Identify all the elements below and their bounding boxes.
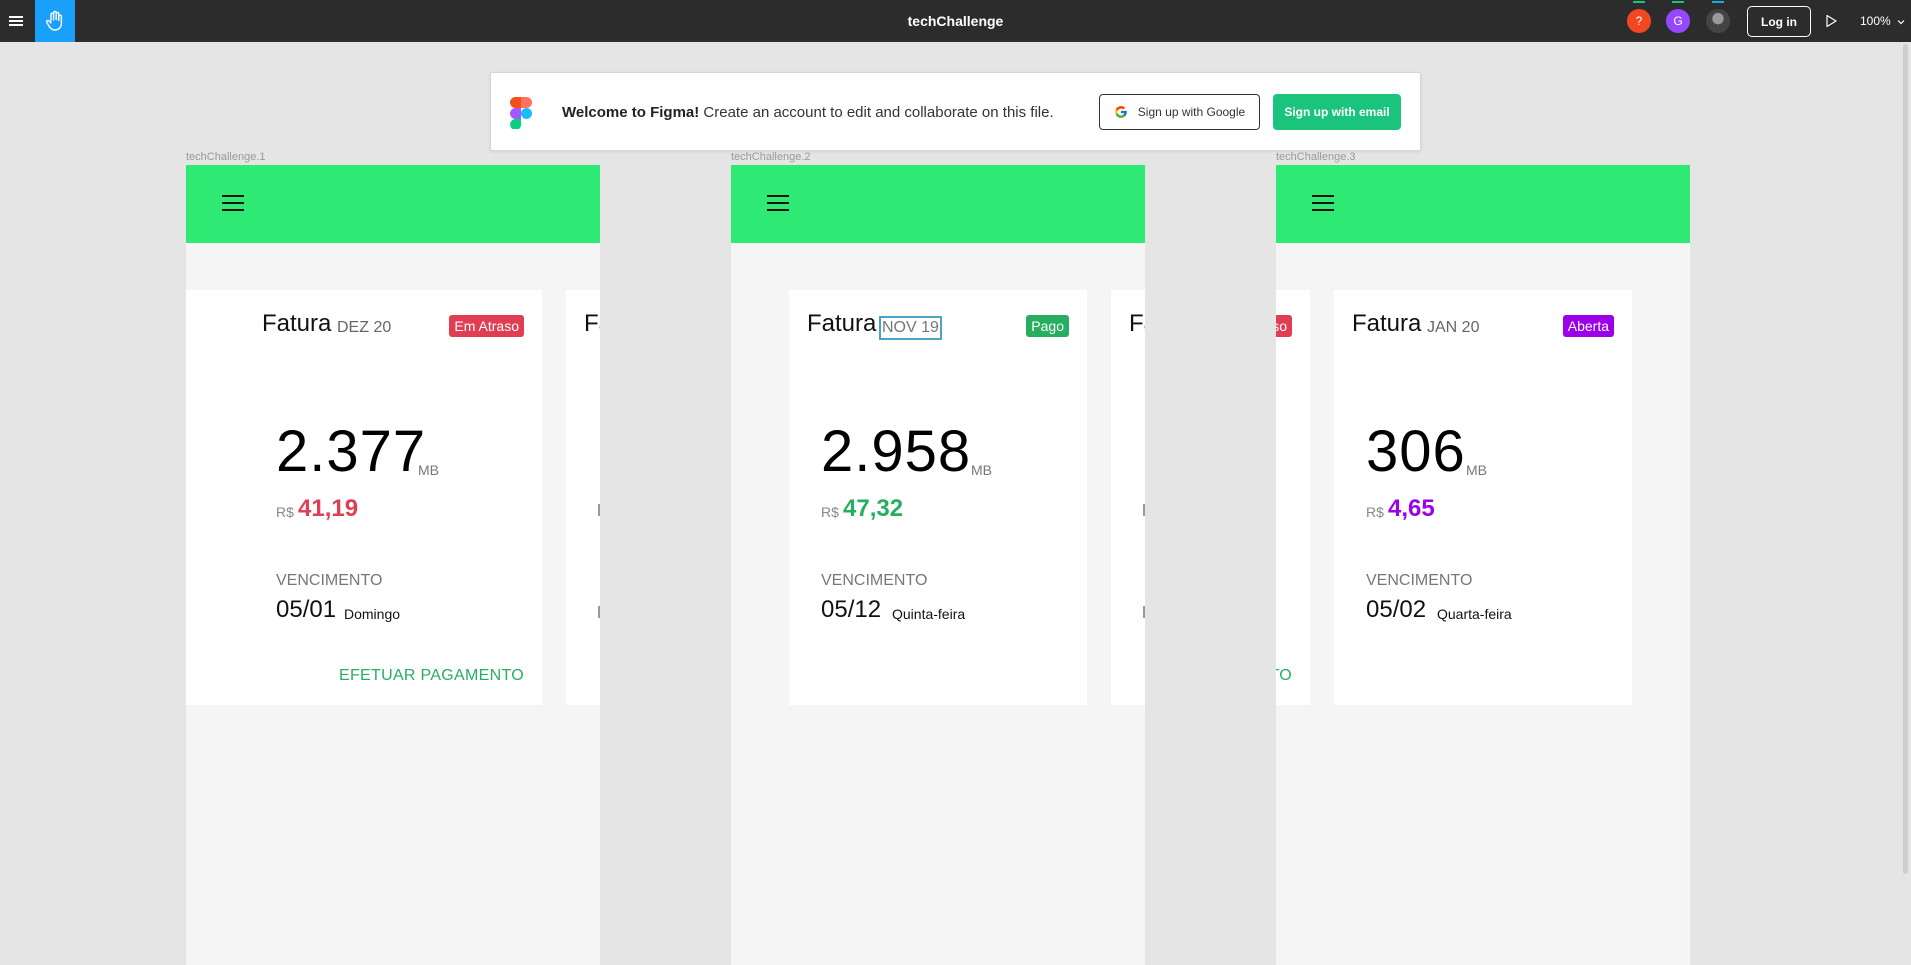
usage-unit: MB — [418, 462, 439, 478]
due-weekday: Quarta-feira — [1437, 606, 1512, 622]
usage-value: 2.377 — [276, 419, 427, 484]
due-label: VENCIMENTO — [276, 572, 383, 589]
frame-techchallenge-1[interactable]: go Fatura DEZ 20 Em Atraso 2.377 MB R$ 4… — [186, 165, 600, 965]
usage-value: 306 — [1366, 419, 1466, 484]
due-date: 05/02 — [1366, 596, 1427, 623]
frame-label[interactable]: techChallenge.1 — [186, 151, 266, 163]
google-icon — [1114, 106, 1127, 118]
frame-label[interactable]: techChallenge.3 — [1276, 151, 1356, 163]
invoice-card-peek[interactable]: Fa — [566, 290, 600, 705]
invoice-card-peek[interactable]: so TO — [1276, 290, 1310, 705]
card-title: Fatura — [807, 310, 877, 337]
status-badge: Pago — [1026, 315, 1069, 337]
due-date: 05/12 — [821, 596, 882, 623]
scrollbar[interactable] — [1903, 44, 1908, 874]
card-title: Fa — [1129, 310, 1145, 337]
due-weekday: Quinta-feira — [892, 606, 966, 622]
menu-icon[interactable] — [767, 195, 789, 211]
pay-button[interactable]: EFETUAR PAGAMENTO — [339, 667, 524, 685]
due-date: 05/01 — [276, 596, 337, 623]
usage-unit: MB — [1466, 462, 1487, 478]
banner-text: Create an account to edit and collaborat… — [699, 104, 1054, 121]
price-value: 47,32 — [843, 495, 904, 522]
hand-tool-icon[interactable] — [35, 0, 75, 42]
usage-unit: MB — [971, 462, 992, 478]
due-label: VENCIMENTO — [821, 572, 928, 589]
price-fragment — [598, 504, 600, 516]
status-badge: Em Atraso — [449, 315, 524, 337]
due-label: VENCIMENTO — [1366, 572, 1473, 589]
avatar[interactable]: ? — [1627, 1, 1651, 33]
date-fragment — [1143, 606, 1145, 618]
login-button[interactable]: Log in — [1747, 6, 1811, 37]
card-month: DEZ 20 — [337, 319, 392, 336]
menu-icon[interactable] — [0, 0, 32, 42]
file-title: techChallenge — [907, 13, 1004, 29]
invoice-card[interactable]: Fatura DEZ 20 Em Atraso 2.377 MB R$ 41,1… — [244, 290, 542, 705]
menu-icon[interactable] — [1312, 195, 1334, 211]
frame-techchallenge-2[interactable]: Fatura NOV 19 Pago 2.958 MB R$ 47,32 VEN… — [731, 165, 1145, 965]
banner-bold: Welcome to Figma! — [562, 104, 700, 121]
banner-message: Welcome to Figma! Create an account to e… — [562, 73, 1054, 152]
pay-button[interactable]: TO — [1276, 667, 1292, 685]
due-weekday: Domingo — [344, 606, 401, 622]
date-fragment — [598, 606, 600, 618]
app-header — [1276, 165, 1690, 243]
avatar[interactable]: G — [1666, 1, 1690, 33]
card-month: JAN 20 — [1427, 319, 1480, 336]
toolbar: techChallenge ? G Log in 100% — [0, 0, 1911, 42]
card-title: Fatura — [1352, 310, 1422, 337]
menu-icon[interactable] — [222, 195, 244, 211]
frame-techchallenge-3[interactable]: so TO Fatura JAN 20 Aberta 306 MB R$ 4,6… — [1276, 165, 1690, 965]
invoice-card-peek[interactable]: Fa — [1111, 290, 1145, 705]
price-value: 41,19 — [298, 495, 359, 522]
app-header — [186, 165, 600, 243]
card-title: Fatura — [262, 310, 332, 337]
signup-google-button[interactable]: Sign up with Google — [1099, 94, 1260, 130]
frame-label[interactable]: techChallenge.2 — [731, 151, 811, 163]
status-badge: so — [1276, 315, 1292, 337]
usage-value: 2.958 — [821, 419, 972, 484]
status-badge: Aberta — [1562, 315, 1614, 337]
figma-logo — [510, 97, 532, 129]
card-title: Fa — [584, 310, 600, 337]
signup-google-label: Sign up with Google — [1137, 105, 1246, 119]
currency: R$ — [821, 504, 839, 520]
avatar[interactable] — [1706, 1, 1730, 33]
chevron-down-icon — [1897, 20, 1905, 25]
signup-email-button[interactable]: Sign up with email — [1273, 94, 1401, 130]
currency: R$ — [276, 504, 294, 520]
price-fragment — [1143, 504, 1145, 516]
invoice-card[interactable]: Fatura JAN 20 Aberta 306 MB R$ 4,65 VENC… — [1334, 290, 1632, 705]
currency: R$ — [1366, 504, 1384, 520]
card-month: NOV 19 — [879, 316, 942, 340]
zoom-dropdown[interactable]: 100% — [1860, 0, 1905, 42]
play-icon[interactable] — [1822, 12, 1840, 30]
invoice-card[interactable]: Fatura NOV 19 Pago 2.958 MB R$ 47,32 VEN… — [789, 290, 1087, 705]
price-value: 4,65 — [1388, 495, 1435, 522]
zoom-label: 100% — [1860, 14, 1891, 28]
app-header — [731, 165, 1145, 243]
signup-banner: Welcome to Figma! Create an account to e… — [490, 72, 1421, 151]
